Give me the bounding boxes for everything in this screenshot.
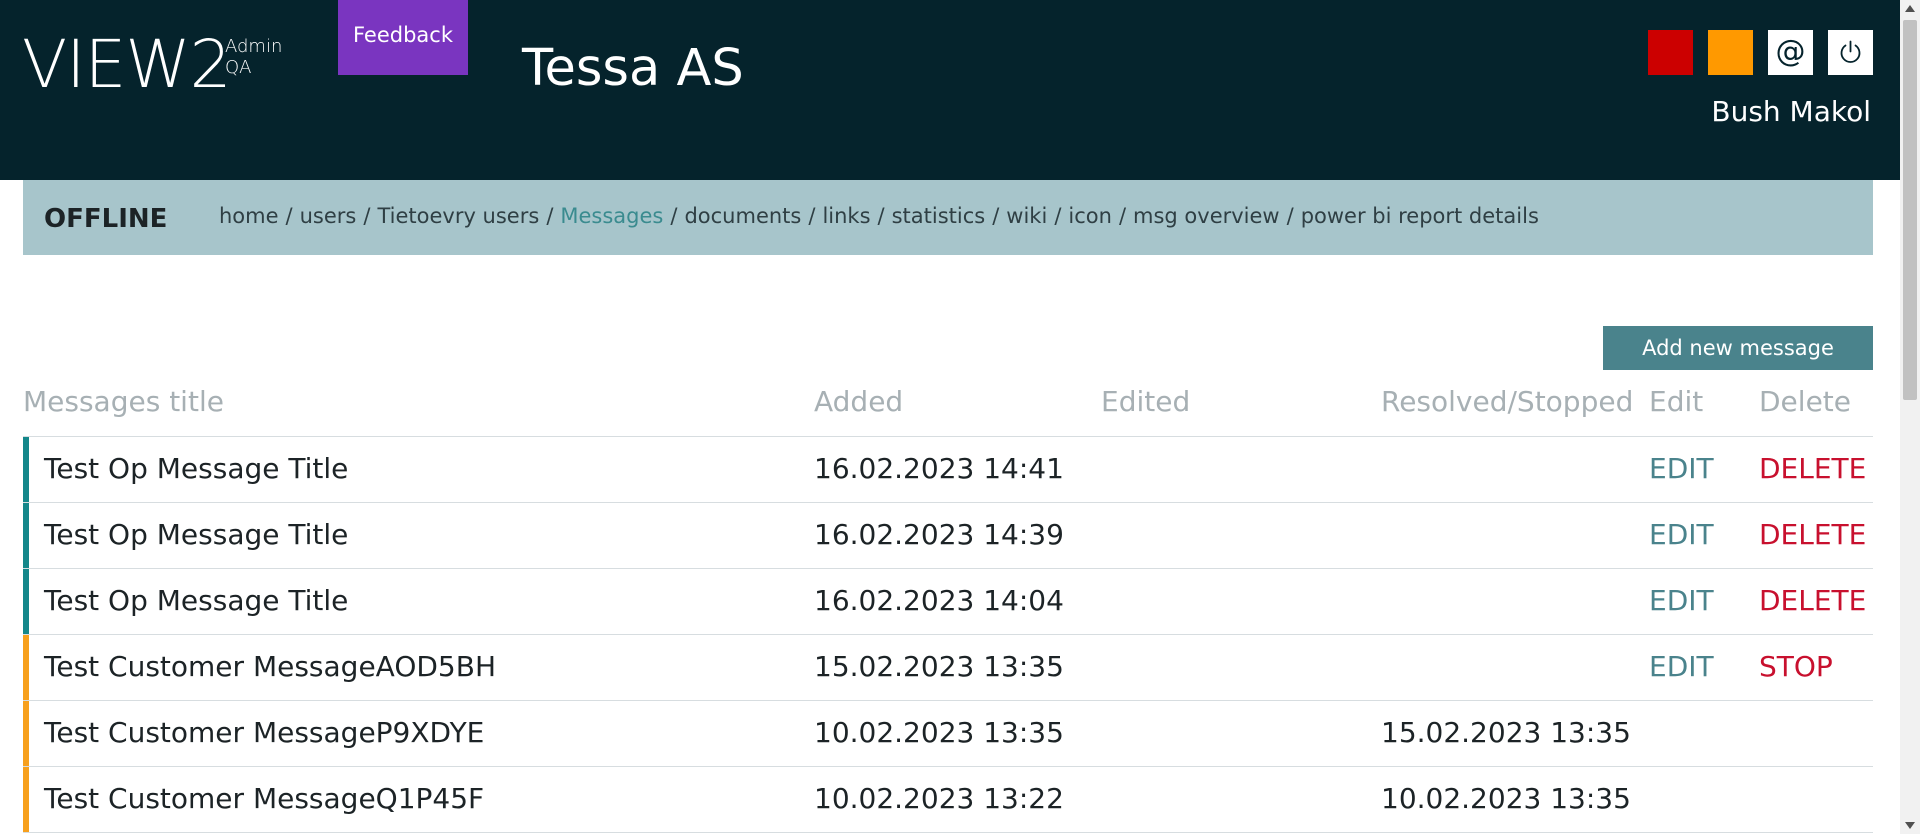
column-header-resolved: Resolved/Stopped [1381,385,1634,418]
logo-sub-qa: QA [225,57,252,78]
nav-link-users[interactable]: users [300,204,357,228]
nav-link-documents[interactable]: documents [684,204,801,228]
column-header-delete: Delete [1759,385,1851,418]
at-icon[interactable]: @ [1768,30,1813,75]
power-icon[interactable] [1828,30,1873,75]
nav-link-wiki[interactable]: wiki [1006,204,1047,228]
breadcrumb: home / users / Tietoevry users / Messages / docu… [219,200,1539,232]
column-header-title: Messages title [23,385,224,418]
view2-logo[interactable]: VIEW2 Admin QA [22,30,292,100]
column-header-added: Added [814,385,904,418]
added-date: 10.02.2023 13:35 [814,716,1064,749]
column-header-edit: Edit [1649,385,1704,418]
row-indicator [23,503,29,568]
nav-link-messages[interactable]: Messages [560,204,663,228]
red-status-square[interactable] [1648,30,1693,75]
messages-table: Messages title Added Edited Resolved/Sto… [23,376,1873,833]
delete-link[interactable]: DELETE [1759,450,1866,488]
nav-link-msg-overview[interactable]: msg overview [1133,204,1280,228]
added-date: 15.02.2023 13:35 [814,650,1064,683]
table-row: Test Op Message Title 16.02.2023 14:04 E… [23,569,1873,635]
orange-status-square[interactable] [1708,30,1753,75]
edit-link[interactable]: EDIT [1649,516,1714,554]
message-title: Test Customer MessageQ1P45F [44,782,485,815]
nav-separator: / [808,204,816,228]
nav-separator: / [1054,204,1062,228]
message-title: Test Op Message Title [44,452,349,485]
row-indicator [23,437,29,502]
message-title: Test Customer MessageAOD5BH [44,650,497,683]
table-row: Test Customer MessageAOD5BH 15.02.2023 1… [23,635,1873,701]
page-title: Tessa AS [522,39,744,98]
app-header: VIEW2 Admin QA Feedback Tessa AS @ Bush … [0,0,1900,180]
edit-link[interactable]: EDIT [1649,450,1714,488]
row-indicator [23,767,29,832]
nav-separator: / [992,204,1000,228]
logo-subtitle: Admin QA [225,36,282,78]
add-new-message-button[interactable]: Add new message [1603,326,1873,370]
stop-link[interactable]: STOP [1759,648,1833,686]
table-row: Test Op Message Title 16.02.2023 14:39 E… [23,503,1873,569]
scroll-down-arrow-icon[interactable] [1905,822,1915,829]
nav-link-statistics[interactable]: statistics [892,204,986,228]
delete-link[interactable]: DELETE [1759,582,1866,620]
table-row: Test Customer MessageQ1P45F 10.02.2023 1… [23,767,1873,833]
row-indicator [23,701,29,766]
feedback-button[interactable]: Feedback [338,0,468,75]
power-icon-glyph [1840,40,1861,63]
nav-separator: / [285,204,293,228]
message-title: Test Op Message Title [44,518,349,551]
edit-link[interactable]: EDIT [1649,648,1714,686]
column-header-edited: Edited [1101,385,1191,418]
table-row: Test Customer MessageP9XDYE 10.02.2023 1… [23,701,1873,767]
nav-separator: / [1118,204,1127,228]
nav-link-tietoevry-users[interactable]: Tietoevry users [377,204,539,228]
added-date: 16.02.2023 14:04 [814,584,1064,617]
logo-sub-admin: Admin [225,36,283,57]
nav-link-links[interactable]: links [822,204,870,228]
nav-separator: / [363,204,371,228]
row-indicator [23,569,29,634]
logo-text: VIEW2 [22,26,232,103]
nav-link-power-bi-report-details[interactable]: power bi report details [1301,204,1539,228]
table-row: Test Op Message Title 16.02.2023 14:41 E… [23,437,1873,503]
nav-separator: / [670,204,678,228]
message-title: Test Op Message Title [44,584,349,617]
page-scrollbar[interactable] [1900,0,1920,834]
nav-link-home[interactable]: home [219,204,279,228]
resolved-date: 10.02.2023 13:35 [1381,782,1631,815]
scroll-up-arrow-icon[interactable] [1905,5,1915,12]
connection-status: OFFLINE [44,204,168,234]
nav-separator: / [1286,204,1294,228]
nav-separator: / [877,204,885,228]
added-date: 16.02.2023 14:41 [814,452,1064,485]
nav-separator: / [546,204,554,228]
row-indicator [23,635,29,700]
delete-link[interactable]: DELETE [1759,516,1866,554]
table-header: Messages title Added Edited Resolved/Sto… [23,376,1873,437]
user-name[interactable]: Bush Makol [1711,94,1871,130]
edit-link[interactable]: EDIT [1649,582,1714,620]
nav-link-icon[interactable]: icon [1068,204,1112,228]
added-date: 10.02.2023 13:22 [814,782,1064,815]
scrollbar-thumb[interactable] [1903,20,1917,400]
message-title: Test Customer MessageP9XDYE [44,716,485,749]
resolved-date: 15.02.2023 13:35 [1381,716,1631,749]
added-date: 16.02.2023 14:39 [814,518,1064,551]
breadcrumb-nav: OFFLINE home / users / Tietoevry users / Messa… [23,180,1873,255]
